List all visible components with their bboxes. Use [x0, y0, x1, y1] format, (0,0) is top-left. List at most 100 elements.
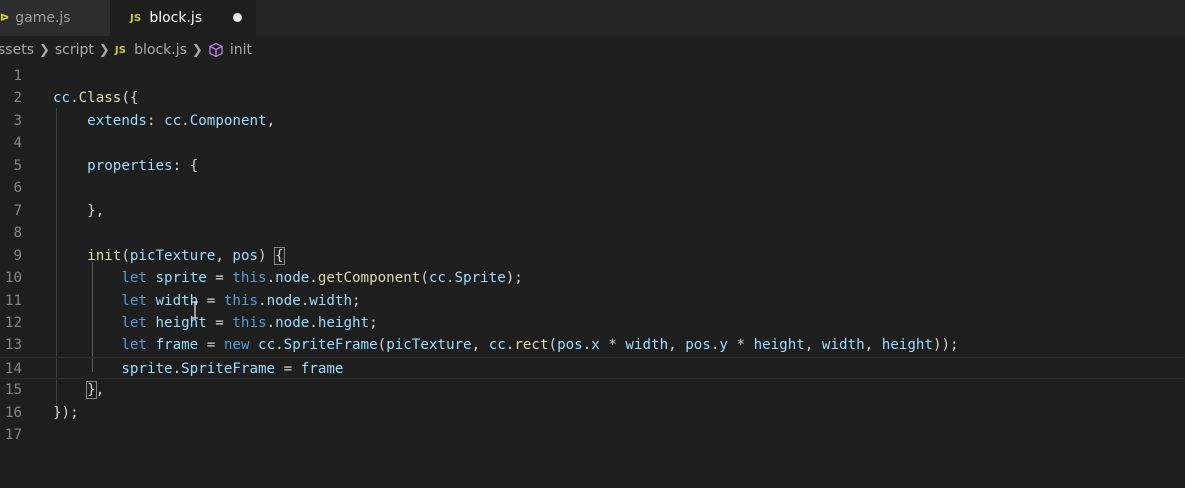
code-token: .	[172, 360, 182, 377]
code-content: });	[53, 402, 79, 424]
line-number: 1	[13, 68, 22, 84]
breadcrumb-item-file[interactable]: JS block.js	[115, 42, 187, 58]
js-file-icon: JS	[130, 12, 142, 24]
code-token: .	[181, 112, 190, 129]
code-content: init(picTexture, pos) {	[53, 245, 285, 267]
code-token: .	[309, 270, 318, 287]
breadcrumb: ssets ❯ script ❯ JS block.js ❯ init	[0, 36, 1185, 64]
code-line[interactable]: 3 extends: cc.Component,	[0, 110, 1185, 132]
code-token: Sprite	[454, 270, 506, 287]
code-content: extends: cc.Component,	[53, 110, 275, 132]
code-token: pos	[232, 247, 259, 264]
code-token: =	[198, 337, 224, 354]
code-token: sprite	[155, 270, 207, 287]
chevron-right-icon: ❯	[191, 42, 203, 58]
code-line[interactable]: 12 let height = this.node.height;	[0, 312, 1185, 334]
code-line[interactable]: 4	[0, 132, 1185, 154]
code-token: }	[86, 381, 97, 400]
line-number: 6	[13, 180, 22, 197]
line-number: 17	[4, 427, 22, 444]
code-editor[interactable]: 1 2 cc.Class({3 extends: cc.Component, 4 5 p…	[0, 64, 1185, 488]
breadcrumb-label: init	[229, 42, 252, 58]
code-line[interactable]: 5 properties: {	[0, 155, 1185, 177]
line-number: 12	[4, 314, 22, 331]
code-token: width	[625, 337, 669, 354]
code-token: frame	[300, 360, 344, 377]
tab-game-js[interactable]: ᐅ game.js	[0, 0, 110, 36]
breadcrumb-item-script[interactable]: script	[55, 42, 94, 58]
code-line[interactable]: 10 let sprite = this.node.getComponent(c…	[0, 267, 1185, 289]
tab-block-js[interactable]: JS block.js	[110, 0, 256, 36]
code-token: height	[881, 337, 933, 354]
code-token: ,	[215, 247, 233, 264]
code-token: height	[753, 337, 805, 354]
code-line[interactable]: 1	[0, 65, 1185, 87]
code-token: picTexture	[129, 247, 216, 264]
code-token: let	[121, 292, 147, 309]
code-token: );	[505, 270, 523, 287]
code-content: properties: {	[53, 155, 198, 177]
code-token: =	[206, 314, 233, 331]
code-line[interactable]: 9 init(picTexture, pos) {	[0, 245, 1185, 267]
code-line[interactable]: 14 sprite.SpriteFrame = frame	[0, 356, 1185, 380]
code-token: Class	[78, 90, 122, 107]
code-line[interactable]: 15 },	[0, 379, 1185, 401]
code-line[interactable]: 7 },	[0, 200, 1185, 222]
code-token: new	[223, 337, 250, 354]
code-token: .	[266, 314, 276, 331]
line-number: 2	[13, 90, 22, 107]
code-token: extends	[87, 112, 147, 129]
code-token: let	[121, 314, 147, 331]
code-token: let	[121, 337, 147, 354]
line-number: 5	[13, 157, 22, 174]
code-line[interactable]: 6	[0, 177, 1185, 199]
line-number: 3	[13, 112, 22, 129]
code-token: SpriteFrame	[181, 360, 276, 377]
code-line[interactable]: 11 let width = this.node.width;	[0, 290, 1185, 312]
line-number: 7	[13, 202, 22, 219]
code-token: node	[275, 270, 310, 287]
line-number: 11	[4, 292, 22, 309]
code-content: sprite.SpriteFrame = frame	[53, 358, 343, 380]
unsaved-changes-dot-icon[interactable]	[233, 13, 242, 22]
code-token: this	[232, 314, 267, 331]
code-token: y	[719, 337, 728, 354]
code-token: height	[317, 314, 370, 331]
method-cube-icon	[208, 42, 224, 58]
breadcrumb-item-symbol[interactable]: init	[208, 42, 252, 58]
breadcrumb-label: script	[54, 42, 94, 58]
code-token: },	[53, 202, 105, 219]
code-token: ;	[352, 292, 361, 309]
code-token: let	[121, 270, 147, 287]
code-token: x	[591, 337, 600, 354]
code-token: });	[53, 404, 79, 421]
code-token: cc	[164, 112, 182, 129]
chevron-right-icon: ❯	[98, 42, 110, 58]
code-token: cc	[488, 337, 506, 354]
code-line[interactable]: 2 cc.Class({	[0, 87, 1185, 109]
code-token: cc	[428, 270, 446, 287]
code-content: },	[53, 200, 104, 222]
code-token: =	[275, 360, 301, 377]
breadcrumb-label: ssets	[0, 42, 34, 58]
code-line[interactable]: 16});	[0, 402, 1185, 424]
code-token: Component	[189, 112, 267, 129]
code-token: init	[87, 247, 122, 264]
line-number: 8	[13, 225, 22, 242]
code-line[interactable]: 13 let frame = new cc.SpriteFrame(picTex…	[0, 334, 1185, 356]
line-number: 14	[4, 360, 22, 377]
breadcrumb-item-assets[interactable]: ssets	[0, 42, 34, 58]
code-line[interactable]: 17	[0, 424, 1185, 446]
code-line[interactable]: 8	[0, 222, 1185, 244]
tab-label: block.js	[149, 10, 203, 26]
code-content: let width = this.node.width;	[53, 290, 361, 312]
line-number: 9	[13, 247, 22, 264]
code-token: node	[266, 292, 301, 309]
code-token: this	[232, 270, 267, 287]
code-token: pos	[685, 337, 711, 354]
